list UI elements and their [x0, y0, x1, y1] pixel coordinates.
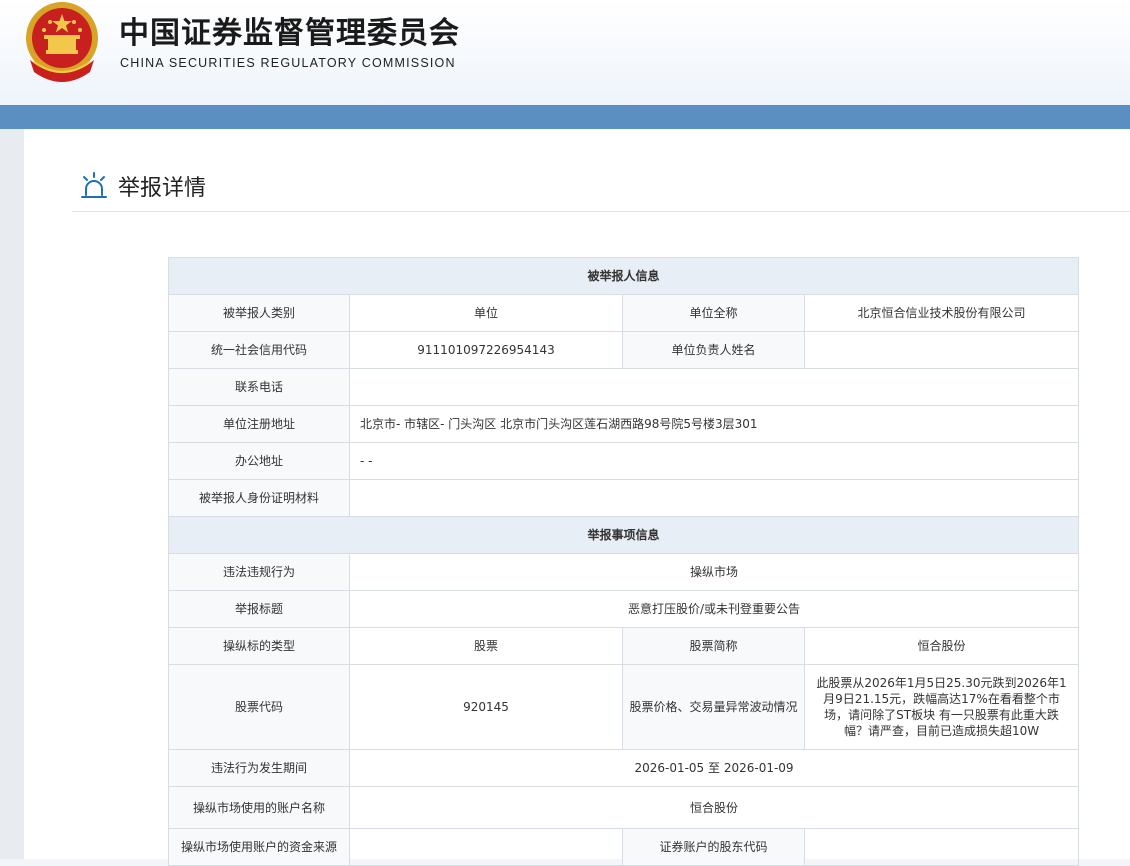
table-row: 被举报人类别 单位 单位全称 北京恒合信业技术股份有限公司: [168, 294, 1080, 332]
field-value: 恒合股份: [348, 786, 1080, 829]
field-value: 恶意打压股价/或未刊登重要公告: [348, 590, 1080, 628]
left-gutter: [0, 129, 24, 859]
page-title: 举报详情: [118, 176, 207, 201]
field-label: 单位注册地址: [168, 405, 350, 443]
table-row: 操纵市场使用的账户名称 恒合股份: [168, 786, 1080, 829]
table-row: 举报标题 恶意打压股价/或未刊登重要公告: [168, 590, 1080, 628]
page-heading: 举报详情: [80, 170, 206, 202]
field-value: 2026-01-05 至 2026-01-09: [348, 749, 1080, 787]
table-row: 统一社会信用代码 911101097226954143 单位负责人姓名: [168, 331, 1080, 369]
field-label: 证券账户的股东代码: [622, 828, 805, 866]
field-label: 股票价格、交易量异常波动情况: [622, 664, 805, 750]
table-row: 违法违规行为 操纵市场: [168, 553, 1080, 591]
field-value: 北京恒合信业技术股份有限公司: [803, 294, 1080, 332]
field-label: 办公地址: [168, 442, 350, 480]
field-label: 操纵市场使用账户的资金来源: [168, 828, 350, 866]
table-row: 单位注册地址 北京市- 市辖区- 门头沟区 北京市门头沟区莲石湖西路98号院5号…: [168, 405, 1080, 443]
field-value: [803, 331, 1080, 369]
field-label: 操纵标的类型: [168, 627, 350, 665]
field-value: 单位: [349, 294, 623, 332]
table-row: 操纵市场使用账户的资金来源 证券账户的股东代码: [168, 828, 1080, 866]
table-row: 联系电话: [168, 368, 1080, 406]
field-value: 恒合股份: [803, 627, 1080, 665]
field-value: [348, 479, 1080, 517]
table-row: 操纵标的类型 股票 股票简称 恒合股份: [168, 627, 1080, 665]
field-label: 联系电话: [168, 368, 350, 406]
field-value: 911101097226954143: [349, 331, 623, 369]
table-row: 违法行为发生期间 2026-01-05 至 2026-01-09: [168, 749, 1080, 787]
field-label: 操纵市场使用的账户名称: [168, 786, 350, 829]
field-value: 北京市- 市辖区- 门头沟区 北京市门头沟区莲石湖西路98号院5号楼3层301: [348, 405, 1080, 443]
field-value: 此股票从2026年1月5日25.30元跌到2026年1月9日21.15元，跌幅高…: [803, 664, 1080, 750]
field-label: 单位负责人姓名: [622, 331, 805, 369]
field-label: 被举报人类别: [168, 294, 350, 332]
field-label: 单位全称: [622, 294, 805, 332]
site-title-en: CHINA SECURITIES REGULATORY COMMISSION: [120, 56, 456, 70]
field-label: 违法违规行为: [168, 553, 350, 591]
field-value: 股票: [349, 627, 623, 665]
field-value: [348, 368, 1080, 406]
section-title-matter: 举报事项信息: [167, 516, 1080, 554]
field-label: 违法行为发生期间: [168, 749, 350, 787]
table-row: 被举报人身份证明材料: [168, 479, 1080, 517]
table-row: 办公地址 - -: [168, 442, 1080, 480]
national-emblem-icon: [26, 2, 98, 82]
field-label: 统一社会信用代码: [168, 331, 350, 369]
section-row-reported: 被举报人信息: [167, 257, 1080, 295]
field-label: 举报标题: [168, 590, 350, 628]
field-value: 操纵市场: [348, 553, 1080, 591]
field-label: 股票简称: [622, 627, 805, 665]
site-title-cn: 中国证券监督管理委员会: [119, 16, 460, 51]
heading-divider: [72, 211, 1130, 212]
report-detail-table: 被举报人信息 被举报人类别 单位 单位全称 北京恒合信业技术股份有限公司 统一社…: [167, 257, 1080, 866]
alarm-light-icon: [81, 172, 107, 198]
site-header: 中国证券监督管理委员会 CHINA SECURITIES REGULATORY …: [0, 0, 1130, 105]
field-value: [803, 828, 1080, 866]
field-value: [349, 828, 623, 866]
table-row: 股票代码 920145 股票价格、交易量异常波动情况 此股票从2026年1月5日…: [168, 664, 1080, 750]
field-value: 920145: [349, 664, 623, 750]
section-row-matter: 举报事项信息: [167, 516, 1080, 554]
field-value: - -: [348, 442, 1080, 480]
field-label: 股票代码: [168, 664, 350, 750]
field-label: 被举报人身份证明材料: [168, 479, 350, 517]
nav-bar: [0, 105, 1130, 129]
section-title-reported: 被举报人信息: [167, 257, 1080, 295]
